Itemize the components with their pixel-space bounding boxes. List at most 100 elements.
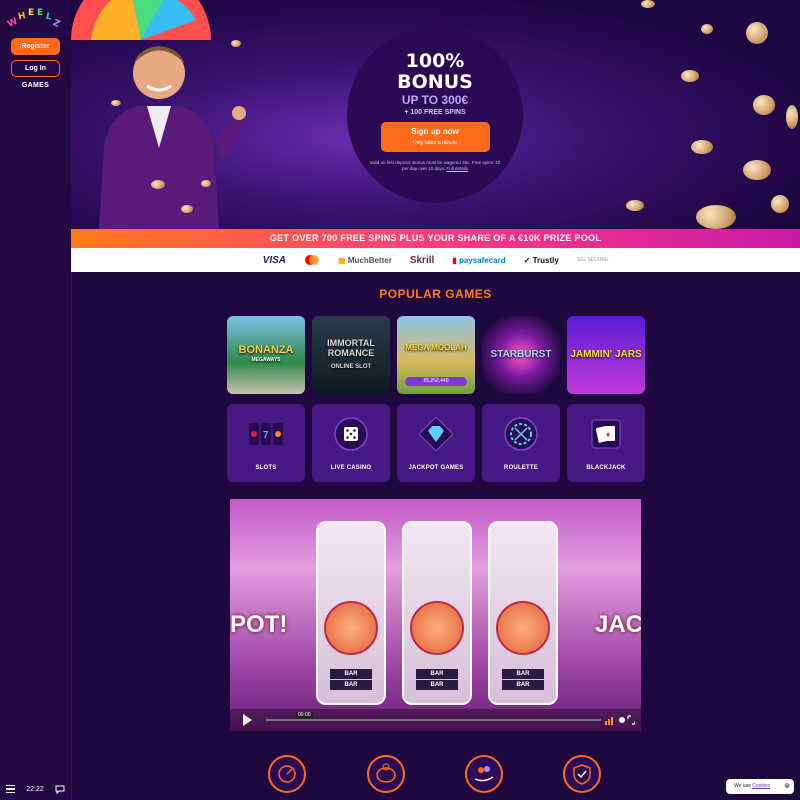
game-tile-mega-moolah[interactable]: MEGA MOOLAH €5,252,440 (397, 316, 475, 394)
signup-label: Sign up now (411, 127, 459, 136)
coin-decor (691, 140, 713, 154)
sidebar-footer: 22:22 (0, 778, 71, 800)
bonus-terms: Valid on first deposit. Bonus must be wa… (369, 160, 501, 172)
reel-bar: BAR (502, 669, 544, 679)
reel-portrait (496, 601, 550, 655)
svg-text:7: 7 (263, 430, 269, 441)
video-controls: 00:00 (230, 709, 641, 731)
game-title: STARBURST (490, 349, 552, 360)
terms-text: Valid on first deposit. Bonus must be wa… (369, 160, 501, 171)
reel-bar: BAR (416, 669, 458, 679)
game-title: MEGA MOOLAH (405, 343, 467, 352)
game-title: BONANZA MEGAWAYS (238, 344, 294, 364)
bonus-percent: 100% (405, 50, 465, 72)
speed-feature-icon (268, 755, 306, 793)
trustly-logo: ✓ Trustly (523, 255, 559, 265)
register-button[interactable]: Register (11, 38, 60, 55)
play-icon[interactable] (243, 714, 252, 726)
reel-bar: BAR (416, 680, 458, 690)
category-live-casino[interactable]: LIVE CASINO (312, 404, 390, 482)
svg-text:L: L (45, 12, 53, 23)
skrill-logo: Skrill (409, 254, 435, 266)
shield-feature-icon (563, 755, 601, 793)
slot-reel: BAR BAR (488, 521, 558, 705)
slot-reel: BAR BAR (402, 521, 472, 705)
coin-decor (771, 195, 789, 213)
popular-games-title: POPULAR GAMES (379, 287, 492, 301)
category-roulette[interactable]: ROULETTE (482, 404, 560, 482)
free-spins-text: + 100 FREE SPINS (404, 109, 466, 116)
slot-reel: BAR BAR (316, 521, 386, 705)
video-progress-bar[interactable]: 00:00 (266, 712, 601, 721)
category-slots[interactable]: 7 SLOTS (227, 404, 305, 482)
coin-decor (111, 100, 121, 106)
login-button[interactable]: Log In (11, 60, 60, 77)
video-left-label: POT! (230, 611, 288, 638)
coin-decor (753, 95, 775, 115)
category-label: SLOTS (255, 465, 277, 471)
reel-portrait (324, 601, 378, 655)
reel-bar: BAR (502, 680, 544, 690)
category-label: LIVE CASINO (330, 465, 372, 471)
popular-games-row: BONANZA MEGAWAYS IMMORTAL ROMANCE ONLINE… (227, 316, 645, 394)
nav-games[interactable]: GAMES (0, 82, 71, 89)
close-icon[interactable]: ⊗ (784, 779, 790, 794)
svg-text:♦: ♦ (606, 430, 610, 439)
svg-text:E: E (28, 8, 34, 18)
coin-decor (701, 24, 713, 34)
menu-icon[interactable] (5, 783, 15, 796)
hero-banner: 100% BONUS UP TO 300€ + 100 FREE SPINS S… (71, 0, 800, 229)
visa-logo: VISA (262, 254, 287, 266)
bonus-word: BONUS (397, 71, 473, 93)
coin-decor (181, 205, 193, 213)
coin-decor (696, 205, 736, 229)
reel-bar: BAR (330, 669, 372, 679)
cookie-text: We use (734, 783, 751, 789)
coin-decor (743, 160, 771, 180)
coin-decor (641, 0, 655, 8)
coin-decor (786, 105, 798, 129)
game-tile-starburst[interactable]: STARBURST (482, 316, 560, 394)
payment-methods: VISA ▣ MuchBetter Skrill ▮ paysafecard ✓… (71, 248, 800, 272)
dice-icon (334, 417, 368, 451)
game-tile-bonanza[interactable]: BONANZA MEGAWAYS (227, 316, 305, 394)
game-title: JAMMIN' JARS (570, 349, 642, 360)
cards-icon: ♦ (591, 419, 621, 449)
wheelz-logo[interactable]: W H E E L Z (6, 4, 64, 34)
terms-link[interactable]: Full details (447, 166, 469, 171)
category-row: 7 SLOTS LIVE CASINO JACKPOT GAMES ROULET… (227, 404, 645, 482)
host-photo (99, 46, 247, 229)
promo-video[interactable]: POT! JAC BAR BAR BAR BAR BAR BAR 00:00 (230, 499, 641, 731)
video-right-label: JAC (595, 611, 641, 638)
bonus-offer: 100% BONUS UP TO 300€ + 100 FREE SPINS S… (347, 27, 523, 203)
clock: 22:22 (26, 785, 44, 793)
video-settings-icons[interactable] (605, 715, 635, 725)
video-time: 00:00 (296, 712, 313, 718)
signup-button[interactable]: Sign up now Only takes a minute (380, 122, 490, 152)
bonus-amount: UP TO 300€ (401, 93, 469, 107)
mastercard-logo (305, 255, 320, 265)
slots-icon: 7 (249, 423, 283, 445)
svg-text:Z: Z (51, 18, 62, 30)
game-tile-jammin-jars[interactable]: JAMMIN' JARS (567, 316, 645, 394)
coin-decor (746, 22, 768, 44)
roulette-icon (504, 417, 538, 451)
coin-decor (626, 200, 644, 211)
bonus-headline: 100% BONUS (347, 51, 523, 93)
piggybank-feature-icon (367, 755, 405, 793)
sidebar: W H E E L Z Register Log In GAMES 22:22 (0, 0, 72, 800)
category-blackjack[interactable]: ♦ BLACKJACK (567, 404, 645, 482)
coin-decor (681, 70, 699, 82)
chat-icon[interactable] (55, 785, 65, 794)
game-tile-immortal-romance[interactable]: IMMORTAL ROMANCE ONLINE SLOT (312, 316, 390, 394)
promo-banner[interactable]: GET OVER 700 FREE SPINS PLUS YOUR SHARE … (71, 229, 800, 248)
jackpot-amount: €5,252,440 (405, 377, 467, 386)
cookie-notice: We use Cookies ⊗ (726, 779, 794, 794)
category-jackpot-games[interactable]: JACKPOT GAMES (397, 404, 475, 482)
game-title: IMMORTAL ROMANCE ONLINE SLOT (327, 338, 375, 370)
category-label: BLACKJACK (586, 465, 626, 471)
category-label: ROULETTE (504, 465, 538, 471)
cookie-link[interactable]: Cookies (752, 783, 770, 789)
ssl-secure-badge: SSL SECURE (576, 257, 609, 263)
coin-decor (201, 180, 211, 187)
